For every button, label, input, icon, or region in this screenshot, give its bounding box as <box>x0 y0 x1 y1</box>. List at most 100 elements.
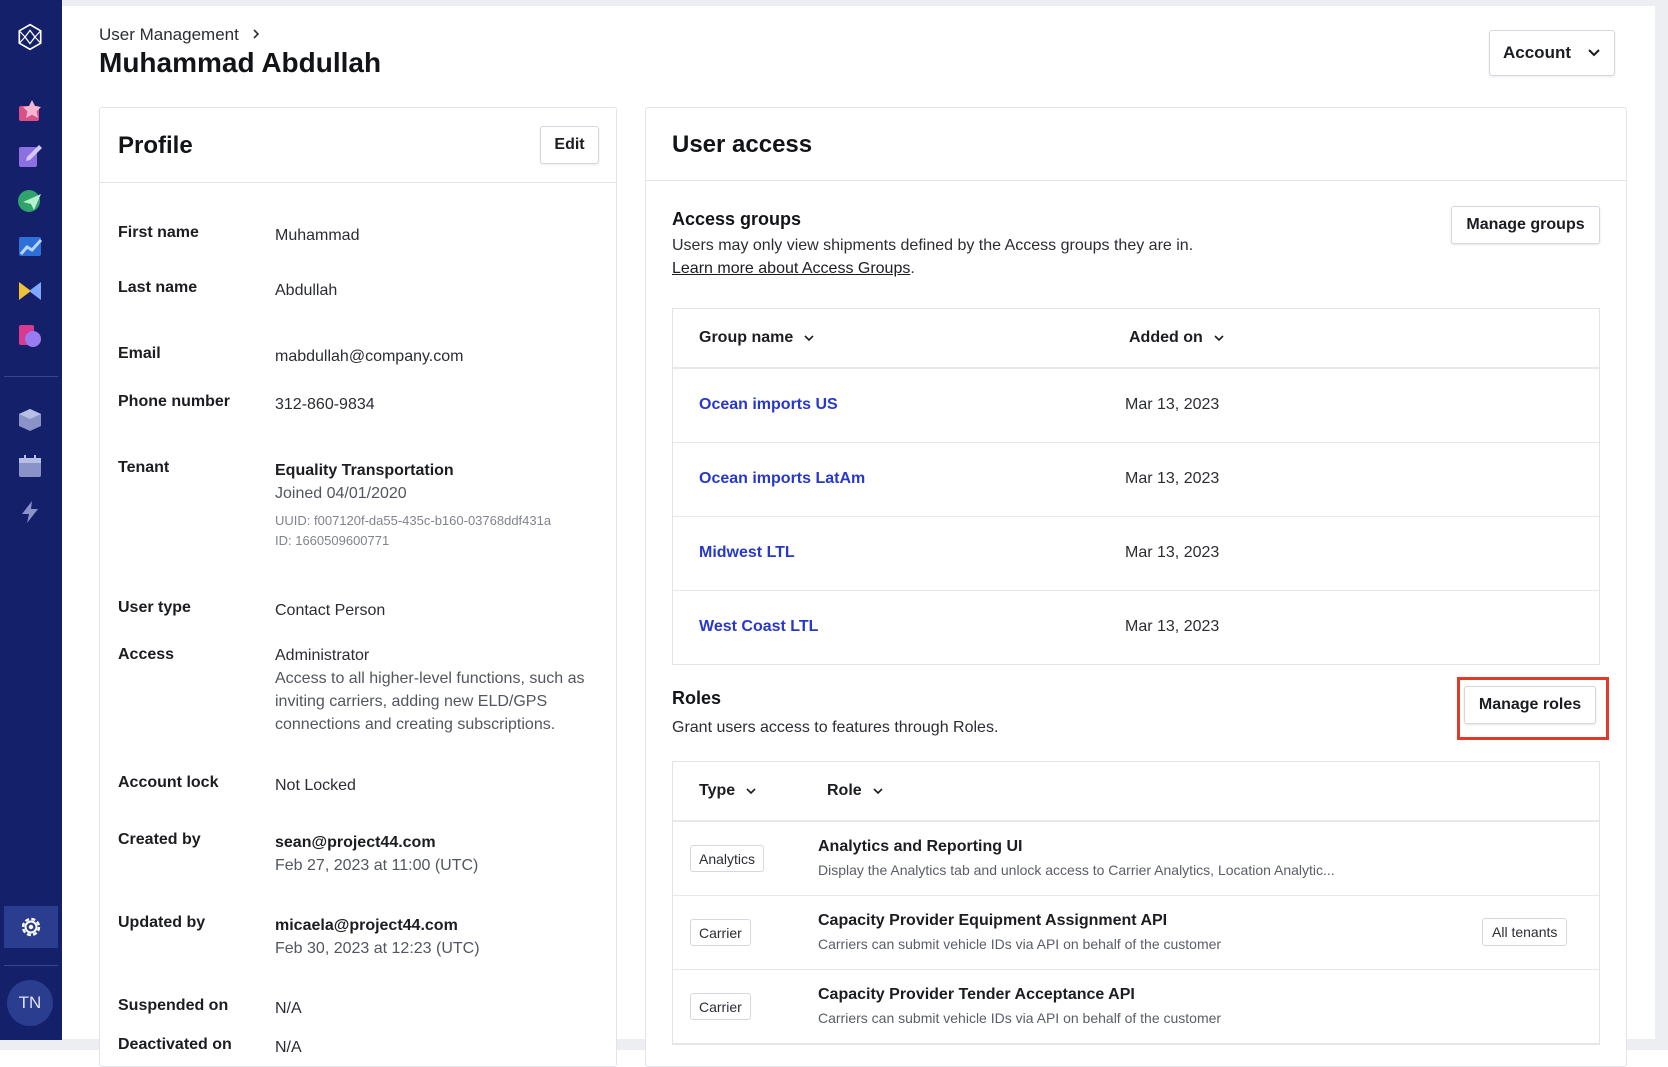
field-value: micaela@project44.com Feb 30, 2023 at 12… <box>275 914 595 960</box>
field-label: Account lock <box>118 774 219 791</box>
learn-more-suffix: . <box>910 260 915 277</box>
role-description: Display the Analytics tab and unlock acc… <box>818 862 1335 878</box>
updated-date: Feb 30, 2023 at 12:23 (UTC) <box>275 940 480 957</box>
calendar-icon[interactable] <box>16 452 44 480</box>
breadcrumb: User Management <box>99 25 261 45</box>
updated-by-user: micaela@project44.com <box>275 917 458 934</box>
field-value: Muhammad <box>275 227 360 244</box>
learn-more-line: Learn more about Access Groups. <box>672 257 1193 280</box>
tenant-joined: Joined 04/01/2020 <box>275 485 407 502</box>
role-type-badge: Analytics <box>690 845 765 872</box>
field-value: sean@project44.com Feb 27, 2023 at 11:00… <box>275 831 595 877</box>
manage-groups-button[interactable]: Manage groups <box>1451 206 1600 244</box>
right-edge <box>1655 0 1668 1050</box>
tenant-name: Equality Transportation <box>275 462 454 479</box>
group-link[interactable]: West Coast LTL <box>699 618 818 636</box>
send-icon[interactable] <box>16 187 44 215</box>
field-value: mabdullah@company.com <box>275 348 464 365</box>
role-type-badge: Carrier <box>690 993 751 1020</box>
settings-icon[interactable] <box>4 906 58 948</box>
access-groups-table: Group name Added on Ocean imports US Mar… <box>672 308 1600 665</box>
user-access-title: User access <box>672 131 813 158</box>
role-name: Capacity Provider Tender Acceptance API <box>818 986 1135 1003</box>
column-type[interactable]: Type <box>699 782 757 800</box>
table-row: Ocean imports US Mar 13, 2023 <box>673 369 1599 443</box>
created-by-user: sean@project44.com <box>275 834 436 851</box>
chevron-right-icon <box>251 25 261 45</box>
access-level: Administrator <box>275 647 370 664</box>
field-label: User type <box>118 599 191 616</box>
table-header: Type Role <box>673 762 1599 822</box>
chevron-down-icon <box>803 329 815 347</box>
table-row[interactable]: Carrier Capacity Provider Tender Accepta… <box>673 970 1599 1044</box>
role-name: Capacity Provider Equipment Assignment A… <box>818 912 1168 929</box>
roles-table: Type Role Analytics Analytics and Report… <box>672 761 1600 1045</box>
chevron-down-icon <box>872 782 884 800</box>
document-icon[interactable] <box>16 322 44 350</box>
edit-button[interactable]: Edit <box>540 126 599 164</box>
column-role[interactable]: Role <box>827 782 884 800</box>
account-menu-button[interactable]: Account <box>1489 30 1615 76</box>
access-groups-text: Users may only view shipments defined by… <box>672 237 1194 254</box>
sidebar-divider <box>4 376 58 377</box>
lightning-icon[interactable] <box>16 498 44 526</box>
column-added-on[interactable]: Added on <box>1129 329 1225 347</box>
access-groups-description: Users may only view shipments defined by… <box>672 234 1193 280</box>
field-value: Equality Transportation Joined 04/01/202… <box>275 459 595 551</box>
column-group-name[interactable]: Group name <box>699 329 815 347</box>
table-row: Midwest LTL Mar 13, 2023 <box>673 517 1599 591</box>
avatar[interactable]: TN <box>7 980 53 1026</box>
table-header: Group name Added on <box>673 309 1599 369</box>
field-value: Abdullah <box>275 282 338 299</box>
user-access-header: User access <box>646 108 1626 181</box>
table-row[interactable]: Analytics Analytics and Reporting UI Dis… <box>673 822 1599 896</box>
learn-more-link[interactable]: Learn more about Access Groups <box>672 260 910 277</box>
column-label: Role <box>827 782 862 799</box>
table-row[interactable]: Carrier Capacity Provider Equipment Assi… <box>673 896 1599 970</box>
group-added-date: Mar 13, 2023 <box>1125 618 1220 635</box>
group-link[interactable]: Ocean imports LatAm <box>699 470 865 488</box>
field-value: N/A <box>275 1000 302 1017</box>
field-label: Access <box>118 646 175 663</box>
group-link[interactable]: Ocean imports US <box>699 396 838 414</box>
field-value: Contact Person <box>275 602 386 619</box>
column-label: Added on <box>1129 329 1203 346</box>
field-label: Created by <box>118 831 201 848</box>
created-date: Feb 27, 2023 at 11:00 (UTC) <box>275 857 479 874</box>
group-added-date: Mar 13, 2023 <box>1125 470 1220 487</box>
logo-icon[interactable] <box>16 23 44 51</box>
tenant-id: ID: 1660509600771 <box>275 533 390 548</box>
access-groups-title: Access groups <box>672 209 802 229</box>
chevron-down-icon <box>1213 329 1225 347</box>
table-row: West Coast LTL Mar 13, 2023 <box>673 591 1599 664</box>
box-icon[interactable] <box>16 406 44 434</box>
field-label: Email <box>118 345 161 362</box>
user-access-card: User access Access groups Users may only… <box>645 107 1627 1067</box>
sidebar: TN <box>0 0 62 1040</box>
table-row: Ocean imports LatAm Mar 13, 2023 <box>673 443 1599 517</box>
field-label: Tenant <box>118 459 170 476</box>
roles-description: Grant users access to features through R… <box>672 719 999 736</box>
role-type-badge: Carrier <box>690 919 751 946</box>
chart-icon[interactable] <box>16 232 44 260</box>
field-label: Last name <box>118 279 198 296</box>
field-value: 312-860-9834 <box>275 396 375 413</box>
field-label: Phone number <box>118 393 231 410</box>
roles-title: Roles <box>672 688 722 708</box>
flag-icon[interactable] <box>16 277 44 305</box>
tenant-uuid: UUID: f007120f-da55-435c-b160-03768ddf43… <box>275 513 552 528</box>
sidebar-divider <box>4 965 58 966</box>
access-description: Access to all higher-level functions, su… <box>275 670 585 733</box>
home-icon[interactable] <box>16 97 44 125</box>
group-added-date: Mar 13, 2023 <box>1125 396 1220 413</box>
field-value: Not Locked <box>275 777 356 794</box>
field-value: Administrator Access to all higher-level… <box>275 644 595 736</box>
profile-header: Profile Edit <box>100 108 616 183</box>
role-description: Carriers can submit vehicle IDs via API … <box>818 1010 1222 1026</box>
breadcrumb-user-management[interactable]: User Management <box>99 25 239 45</box>
role-scope-badge: All tenants <box>1482 918 1568 946</box>
field-label: Suspended on <box>118 997 229 1014</box>
group-added-date: Mar 13, 2023 <box>1125 544 1220 561</box>
pencil-icon[interactable] <box>16 142 44 170</box>
group-link[interactable]: Midwest LTL <box>699 544 795 562</box>
